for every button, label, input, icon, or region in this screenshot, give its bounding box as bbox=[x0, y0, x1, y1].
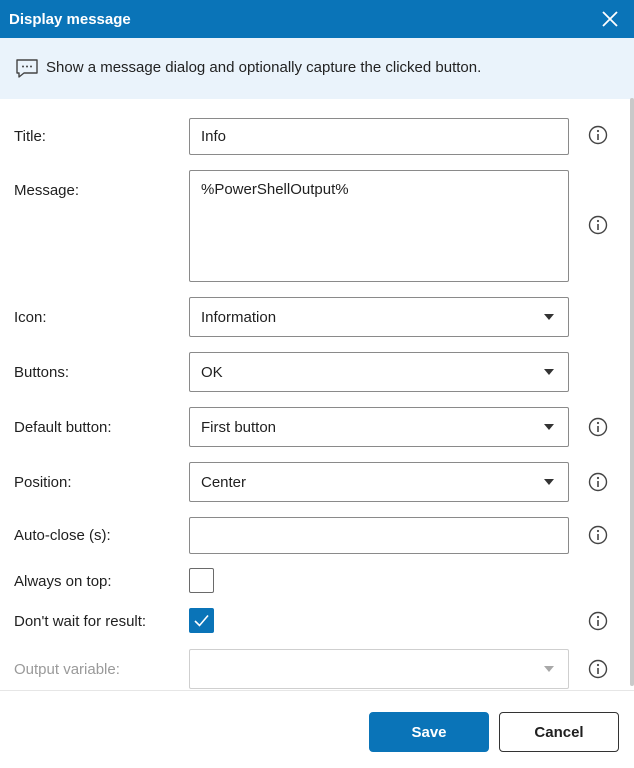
info-icon[interactable] bbox=[588, 472, 608, 492]
scrollbar[interactable] bbox=[630, 98, 634, 686]
default-button-select-value: First button bbox=[201, 418, 277, 436]
chevron-down-icon bbox=[544, 424, 554, 430]
info-icon[interactable] bbox=[588, 125, 608, 145]
output-variable-select[interactable] bbox=[189, 649, 569, 689]
chevron-down-icon bbox=[544, 666, 554, 672]
info-icon[interactable] bbox=[588, 611, 608, 631]
dialog-titlebar: Display message bbox=[0, 0, 634, 38]
info-icon[interactable] bbox=[588, 659, 608, 679]
info-icon[interactable] bbox=[588, 215, 608, 235]
buttons-label: Buttons: bbox=[14, 364, 70, 381]
buttons-select[interactable]: OK bbox=[189, 352, 569, 392]
footer-divider bbox=[0, 690, 634, 691]
icon-select[interactable]: Information bbox=[189, 297, 569, 337]
position-label: Position: bbox=[14, 474, 72, 491]
checkmark-icon bbox=[194, 614, 209, 627]
title-label: Title: bbox=[14, 128, 46, 145]
auto-close-input[interactable] bbox=[189, 517, 569, 554]
position-select-value: Center bbox=[201, 473, 247, 491]
cancel-button[interactable]: Cancel bbox=[499, 712, 619, 752]
description-banner: Show a message dialog and optionally cap… bbox=[0, 38, 634, 99]
close-icon[interactable] bbox=[600, 9, 620, 29]
chevron-down-icon bbox=[544, 479, 554, 485]
message-textarea-value: %PowerShellOutput% bbox=[201, 181, 349, 198]
info-icon[interactable] bbox=[588, 417, 608, 437]
icon-select-value: Information bbox=[201, 308, 277, 326]
auto-close-label: Auto-close (s): bbox=[14, 527, 111, 544]
always-on-top-checkbox[interactable] bbox=[189, 568, 214, 593]
save-button[interactable]: Save bbox=[369, 712, 489, 752]
title-input[interactable]: Info bbox=[189, 118, 569, 155]
message-label: Message: bbox=[14, 182, 80, 199]
dont-wait-checkbox[interactable] bbox=[189, 608, 214, 633]
title-input-value: Info bbox=[201, 128, 227, 145]
info-icon[interactable] bbox=[588, 525, 608, 545]
buttons-select-value: OK bbox=[201, 363, 223, 381]
icon-label: Icon: bbox=[14, 309, 47, 326]
dont-wait-label: Don't wait for result: bbox=[14, 613, 147, 630]
dialog-title: Display message bbox=[9, 10, 131, 28]
chevron-down-icon bbox=[544, 314, 554, 320]
default-button-label: Default button: bbox=[14, 419, 112, 436]
always-on-top-label: Always on top: bbox=[14, 573, 112, 590]
position-select[interactable]: Center bbox=[189, 462, 569, 502]
chevron-down-icon bbox=[544, 369, 554, 375]
message-icon bbox=[16, 59, 38, 78]
default-button-select[interactable]: First button bbox=[189, 407, 569, 447]
output-variable-label: Output variable: bbox=[14, 661, 120, 678]
dialog-description: Show a message dialog and optionally cap… bbox=[46, 59, 482, 76]
message-textarea[interactable]: %PowerShellOutput% bbox=[189, 170, 569, 282]
